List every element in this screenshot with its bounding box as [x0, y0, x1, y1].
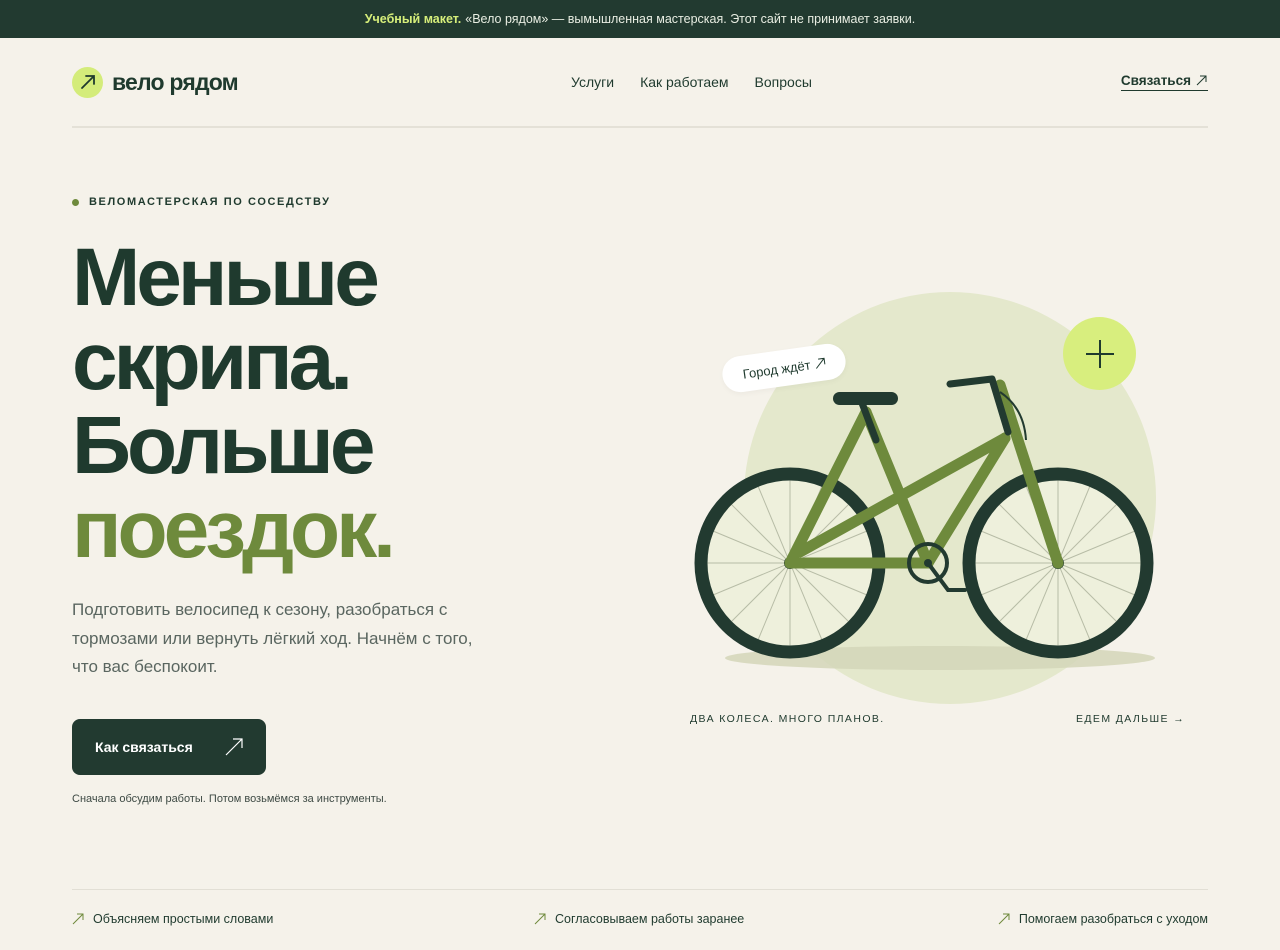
ride-on-link[interactable]: ЕДЕМ ДАЛЬШЕ → [1076, 713, 1185, 725]
headline-accent: поездок. [72, 484, 396, 575]
feature-text: Помогаем разобраться с уходом [1018, 912, 1208, 926]
plus-icon [1085, 339, 1114, 368]
feature-item: Помогаем разобраться с уходом [998, 912, 1208, 926]
contact-cta-button[interactable]: Как связаться [72, 719, 266, 775]
headline-line-2: скрипа. [72, 316, 353, 407]
logo-arrow-icon [72, 66, 103, 98]
bike-seat [833, 392, 898, 405]
nav-link-faq[interactable]: Вопросы [755, 74, 812, 90]
nav-link-how-we-work[interactable]: Как работаем [640, 74, 728, 90]
features-row: Объясняем простыми словами Согласовываем… [72, 912, 1208, 932]
arrow-up-right-icon [72, 913, 84, 925]
nav-link-services[interactable]: Услуги [571, 74, 614, 90]
logo-text: вело рядом [112, 68, 239, 95]
arrow-up-right-icon [1196, 75, 1207, 86]
plus-button[interactable] [1063, 317, 1136, 390]
illustration-caption-left: ДВА КОЛЕСА. МНОГО ПЛАНОВ. [690, 713, 885, 725]
site-header: вело рядом Услуги Как работаем Вопросы С… [72, 38, 1208, 128]
notice-label: Учебный макет. [364, 12, 462, 26]
eyebrow-text: ВЕЛОМАСТЕРСКАЯ ПО СОСЕДСТВУ [89, 196, 331, 208]
notice-text: «Вело рядом» — вымышленная мастерская. Э… [465, 12, 916, 26]
pill-text: Город ждёт [741, 356, 812, 382]
hero-eyebrow: ВЕЛОМАСТЕРСКАЯ ПО СОСЕДСТВУ [72, 196, 331, 208]
arrow-up-right-icon [534, 913, 546, 925]
feature-text: Объясняем простыми словами [93, 912, 274, 926]
arrow-up-right-icon [815, 357, 825, 369]
logo[interactable]: вело рядом [72, 66, 239, 98]
contact-link[interactable]: Связаться [1120, 73, 1208, 91]
arrow-up-right-icon [998, 913, 1010, 925]
headline-line-3: Больше [72, 400, 375, 491]
feature-item: Объясняем простыми словами [72, 912, 273, 926]
headline-line-1: Меньше [72, 232, 380, 323]
notice-banner: Учебный макет. «Вело рядом» — вымышленна… [0, 0, 1280, 38]
hero-headline: Меньше скрипа. Больше поездок. [72, 232, 396, 575]
cta-label: Как связаться [95, 739, 193, 755]
eyebrow-dot-icon [72, 198, 79, 206]
main-nav: Услуги Как работаем Вопросы [571, 74, 812, 90]
cta-note: Сначала обсудим работы. Потом возьмёмся … [72, 793, 387, 805]
feature-text: Согласовываем работы заранее [555, 912, 745, 926]
feature-item: Согласовываем работы заранее [534, 912, 744, 926]
contact-link-label: Связаться [1120, 73, 1191, 88]
arrow-up-right-icon [225, 738, 243, 756]
footer-divider [72, 889, 1208, 890]
hero-lead: Подготовить велосипед к сезону, разобрат… [72, 600, 473, 676]
